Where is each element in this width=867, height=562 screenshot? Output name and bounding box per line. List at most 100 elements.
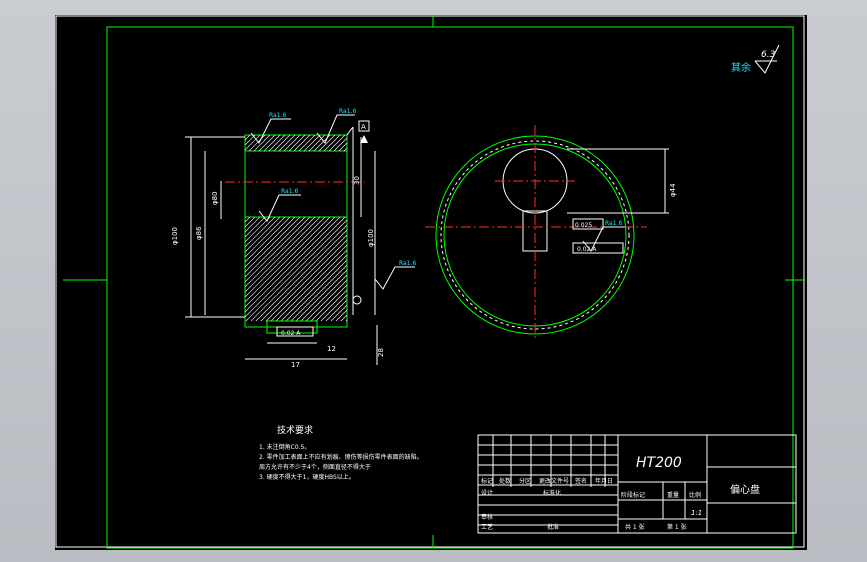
ra-symbol-4 [374, 266, 415, 290]
scale-value: 1:1 [691, 509, 702, 517]
hatch-line [333, 137, 348, 152]
label-ra4: Ra1.6 [399, 260, 416, 267]
hatch-line [244, 216, 286, 258]
inner-frame [106, 26, 794, 549]
hatch-line [330, 304, 348, 322]
label-12: 12 [327, 345, 336, 353]
hdr-4: 签名 [575, 477, 587, 485]
sheet-no: 第 1 张 [667, 523, 687, 531]
title-block: HT200 偏心盘 阶段标记 重量 比例 1:1 共 1 张 第 1 张 标记 … [477, 434, 797, 534]
hatch-line [305, 279, 348, 322]
section-view: φ100 φ86 φ80 30 φ100 28 17 12 0.02 A Ra1… [171, 108, 416, 369]
hatch-line [248, 134, 266, 152]
hatch-line [244, 216, 276, 248]
hatch-line [270, 244, 348, 322]
hatch-line [300, 274, 348, 322]
tech-title: 技术要求 [277, 424, 313, 436]
process-label: 工艺 [481, 523, 493, 531]
hatch-line [244, 216, 311, 283]
label-30: 30 [353, 176, 361, 185]
hatch-line [244, 216, 301, 273]
weight-label: 重量 [667, 491, 679, 499]
label-phi86: φ86 [195, 226, 203, 240]
label-ra3: Ra1.6 [281, 188, 298, 195]
part-name: 偏心盘 [730, 483, 760, 496]
hatch-line [273, 134, 291, 152]
hatch-line [285, 259, 348, 322]
shoulder [346, 126, 354, 136]
tech-line-4: 3. 硬度不得大于1，硬度HBS以上。 [259, 473, 355, 481]
label-17: 17 [291, 361, 300, 369]
hatch-line [244, 216, 316, 288]
label-phi10: φ100 [367, 229, 375, 247]
datum-label: A [361, 123, 366, 131]
hatch-line [244, 216, 266, 238]
surface-value: 6.3 [761, 50, 776, 60]
hdr-3: 更改文件号 [539, 477, 569, 485]
sheets-total: 共 1 张 [625, 523, 645, 531]
label-phi44: φ44 [669, 183, 677, 197]
hatch-line [315, 289, 348, 322]
hatch-line [244, 216, 281, 253]
hdr-0: 标记 [481, 477, 493, 485]
hatch-line [244, 216, 336, 308]
front-view: φ44 0.02 A 0.025 Ra1.6 [425, 125, 677, 341]
hatch-line [244, 216, 251, 223]
hatch-line [265, 239, 348, 322]
tech-line-3: 周方允许有不少于4个，侧面直径不得大于 [259, 463, 371, 471]
hatch-line [244, 216, 321, 293]
design-label: 设计 [481, 489, 493, 497]
hatch-line [250, 224, 348, 322]
hatch-line [328, 134, 346, 152]
label-ra5: Ra1.6 [605, 220, 622, 227]
hatch-line [244, 216, 256, 228]
scale-label: 比例 [689, 491, 701, 499]
hatch-line [278, 134, 296, 152]
stage-mark: 阶段标记 [621, 491, 645, 499]
hatch-line [335, 309, 348, 322]
label-phi100: φ100 [171, 227, 179, 245]
label-28: 28 [377, 348, 385, 357]
hatch-line [340, 314, 348, 322]
hatch-line [295, 269, 348, 322]
drawing-canvas[interactable]: 其余 6.3 φ100 φ86 φ80 30 φ100 28 17 12 0.0… [55, 15, 807, 550]
tech-line-1: 1. 未注倒角C0.5。 [259, 443, 310, 451]
label-ra2: Ra1.6 [339, 108, 356, 115]
hatch-line [308, 134, 326, 152]
hatch-line [268, 134, 286, 152]
cad-viewport[interactable]: 其余 6.3 φ100 φ86 φ80 30 φ100 28 17 12 0.0… [0, 0, 867, 562]
hatch-line [244, 216, 326, 298]
hatch-line [255, 229, 348, 322]
tech-line-2: 2. 零件加工表面上不应有划痕、擦伤等损伤零件表面的缺陷。 [259, 453, 423, 461]
hatch-line [244, 216, 291, 263]
label-phi80: φ80 [211, 191, 219, 205]
outer-frame [55, 15, 805, 548]
hatch-line [244, 134, 251, 141]
hdr-2: 分区 [519, 477, 531, 485]
label-tol-1: 0.02 A [281, 330, 301, 337]
surface-note: 其余 [731, 61, 751, 74]
standardize-label: 标准化 [543, 489, 561, 497]
label-tol-2: 0.02 A [577, 246, 597, 253]
tech-requirements: 技术要求 1. 未注倒角C0.5。 2. 零件加工表面上不应有划痕、擦伤等损伤零… [259, 424, 423, 481]
material-text: HT200 [636, 455, 682, 471]
label-ra1: Ra1.6 [269, 112, 286, 119]
bore [244, 150, 348, 218]
hatch-line [280, 254, 348, 322]
label-tol-3: 0.025 [575, 222, 592, 229]
hatch-line [323, 134, 341, 152]
hatch-line [303, 134, 321, 152]
hatch-line [298, 134, 316, 152]
hatch-line [320, 294, 348, 322]
hatch-line [283, 134, 301, 152]
hatch-line [338, 142, 348, 152]
approve-label: 批准 [547, 523, 559, 531]
drawing-sheet: 其余 6.3 φ100 φ86 φ80 30 φ100 28 17 12 0.0… [55, 15, 805, 549]
hatch-line [288, 134, 306, 152]
hatch-line [293, 134, 311, 152]
hatch-upper [244, 134, 348, 152]
hatch-line [263, 134, 281, 152]
hdr-1: 处数 [499, 477, 511, 485]
review-label: 审核 [481, 513, 493, 521]
hatch-line [244, 216, 341, 313]
